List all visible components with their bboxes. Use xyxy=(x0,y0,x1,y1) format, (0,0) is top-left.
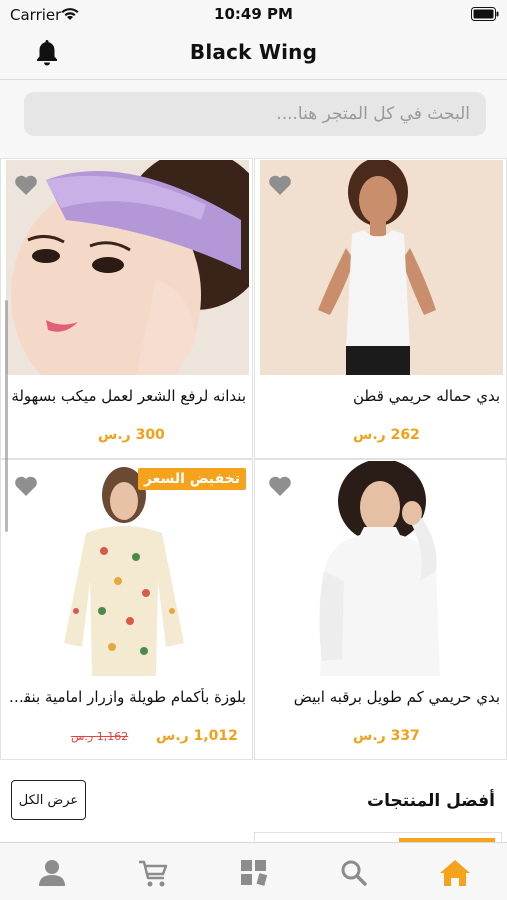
product-name: بدي حريمي كم طويل برقبه ابيض xyxy=(293,688,500,706)
heart-icon[interactable] xyxy=(13,173,39,197)
home-icon[interactable] xyxy=(435,857,475,889)
tab-bar xyxy=(0,842,507,900)
show-all-button[interactable]: عرض الكل xyxy=(11,780,86,820)
product-image xyxy=(260,160,503,375)
heart-icon[interactable] xyxy=(13,474,39,498)
product-price: 337 ر.س xyxy=(353,728,420,744)
heart-icon[interactable] xyxy=(267,474,293,498)
product-name: بدي حماله حريمي قطن xyxy=(352,387,500,405)
best-products-section: عرض الكل أفضل المنتجات xyxy=(0,760,507,852)
product-image xyxy=(260,461,503,676)
cart-icon[interactable] xyxy=(133,857,173,889)
product-name: بلوزة بأكمام طويلة وازرار امامية بنقشة xyxy=(7,688,246,706)
product-price: 262 ر.س xyxy=(353,427,420,443)
search-icon[interactable] xyxy=(334,857,374,889)
battery-icon xyxy=(471,7,499,21)
product-card[interactable]: بندانه لرفع الشعر لعمل ميكب بسهولة 300 ر… xyxy=(0,158,253,459)
app-header: Black Wing xyxy=(0,30,507,80)
heart-icon[interactable] xyxy=(267,173,293,197)
categories-icon[interactable] xyxy=(234,857,274,889)
scroll-indicator xyxy=(5,300,8,532)
status-bar: Carrier 10:49 PM xyxy=(0,0,507,30)
search-area xyxy=(0,80,507,158)
best-products-title: أفضل المنتجات xyxy=(366,791,495,811)
product-grid: بندانه لرفع الشعر لعمل ميكب بسهولة 300 ر… xyxy=(0,158,507,760)
product-card[interactable]: بدي حماله حريمي قطن 262 ر.س xyxy=(254,158,507,459)
product-name: بندانه لرفع الشعر لعمل ميكب بسهولة xyxy=(11,387,246,405)
discount-badge: تخفيض السعر xyxy=(137,468,246,490)
product-image xyxy=(6,160,249,375)
product-card[interactable]: تخفيض السعر بلوزة بأكمام طويلة وازرار ام… xyxy=(0,459,253,760)
product-card[interactable]: بدي حريمي كم طويل برقبه ابيض 337 ر.س xyxy=(254,459,507,760)
product-price: 300 ر.س xyxy=(98,427,165,443)
status-time: 10:49 PM xyxy=(214,5,293,23)
product-price: 1,012 ر.س xyxy=(156,728,238,744)
profile-icon[interactable] xyxy=(32,857,72,889)
search-input[interactable] xyxy=(24,92,486,136)
product-image xyxy=(6,461,249,676)
old-price: 1,162 ر.س xyxy=(71,730,129,743)
app-title: Black Wing xyxy=(189,40,318,64)
